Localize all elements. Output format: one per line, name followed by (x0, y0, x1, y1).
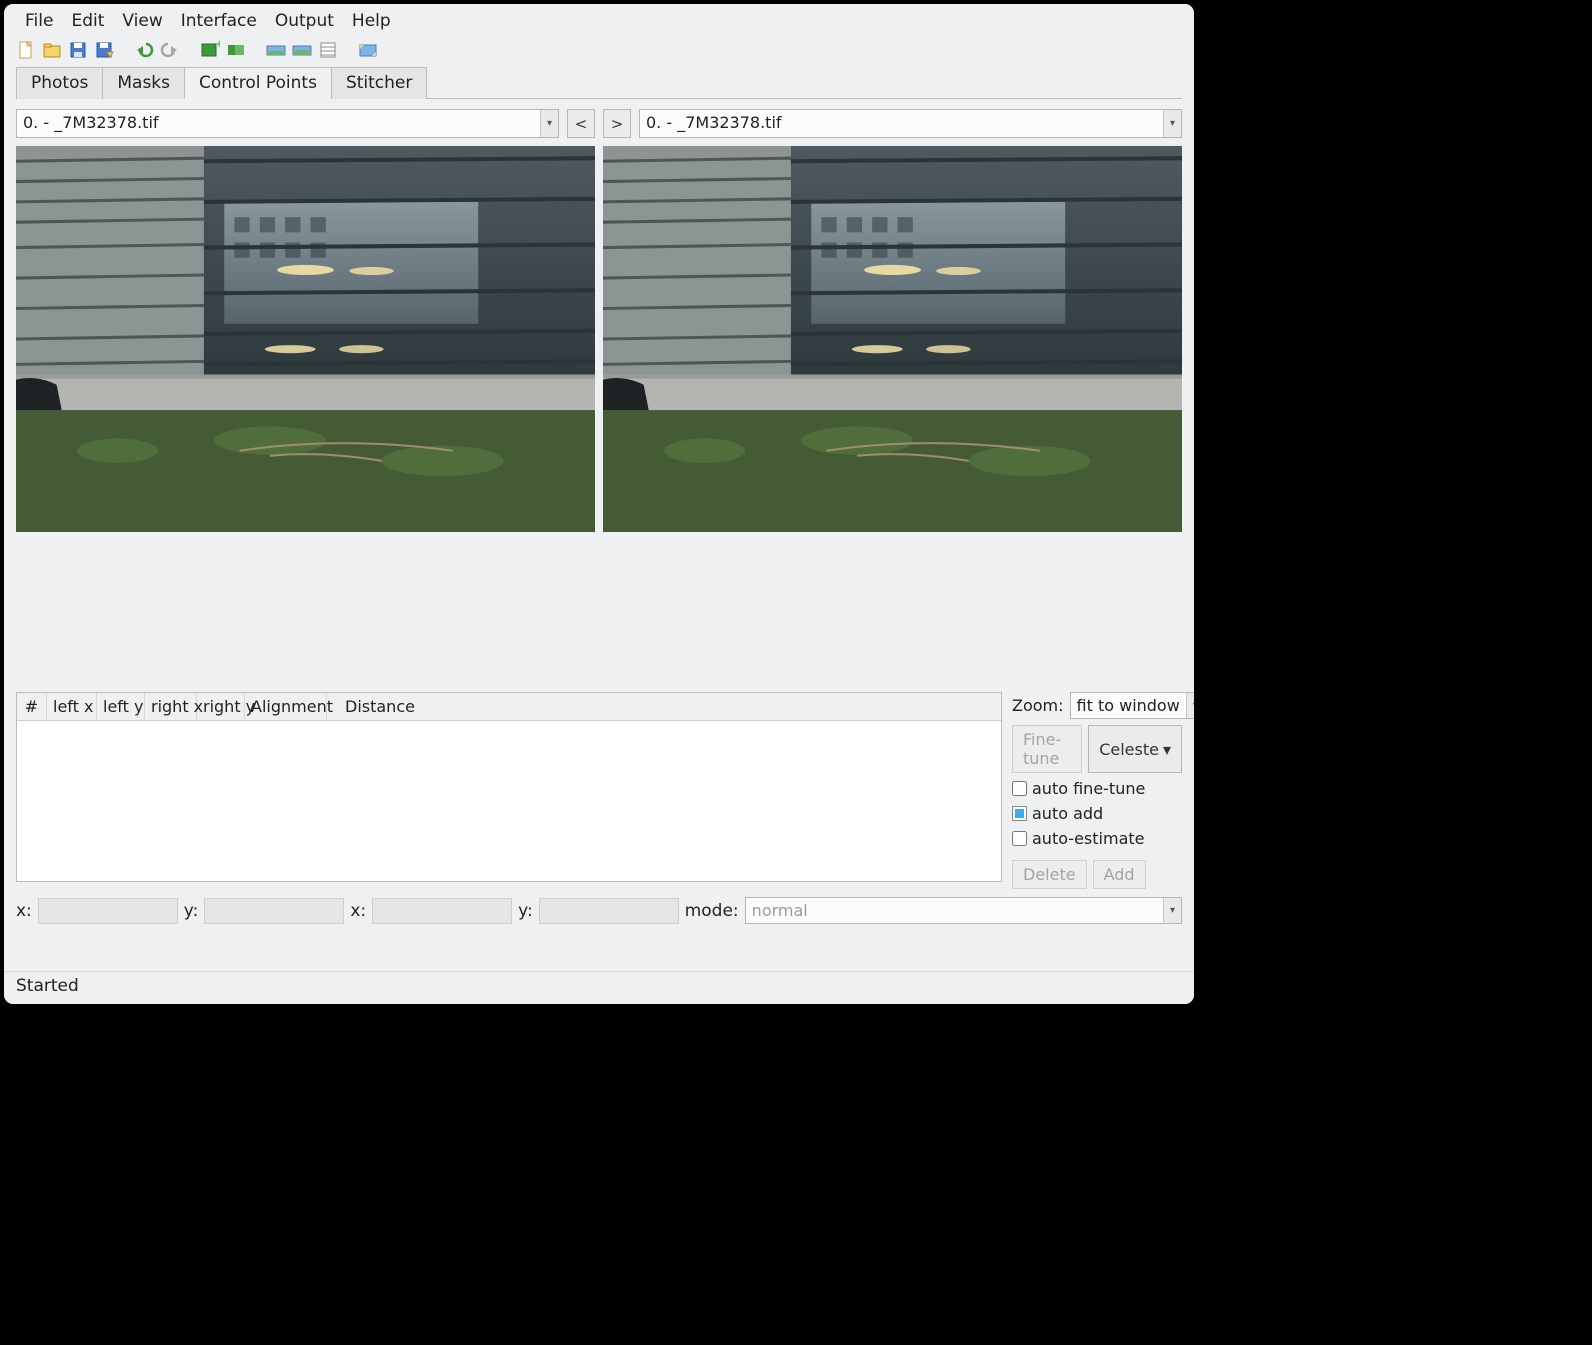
fine-tune-button[interactable]: Fine-tune (1012, 725, 1082, 773)
table-header: # left x left y right x right y Alignmen… (17, 693, 1001, 721)
coords-row: x: y: x: y: mode: normal ▾ (16, 889, 1182, 930)
open-project-icon[interactable] (42, 40, 62, 60)
col-num[interactable]: # (17, 693, 47, 720)
right-image-select[interactable]: 0. - _7M32378.tif ▾ (639, 109, 1182, 138)
zoom-select[interactable]: fit to window ▾ (1070, 692, 1195, 719)
add-images-icon[interactable]: + (200, 40, 220, 60)
image-select-row: 0. - _7M32378.tif ▾ < > 0. - _7M32378.ti… (16, 109, 1182, 138)
align-icon[interactable] (226, 40, 246, 60)
chevron-down-icon: ▾ (1163, 740, 1171, 759)
building-photo-right (603, 146, 1182, 532)
add-button[interactable]: Add (1093, 860, 1146, 889)
svg-text:+: + (215, 40, 220, 50)
app-window: File Edit View Interface Output Help + P… (3, 3, 1195, 1005)
full-screen-icon[interactable] (358, 40, 378, 60)
y2-field[interactable] (539, 898, 679, 924)
save-as-icon[interactable] (94, 40, 114, 60)
undo-icon[interactable] (134, 40, 154, 60)
right-image-pane[interactable] (603, 146, 1182, 532)
col-right-y[interactable]: right y (197, 693, 245, 720)
tab-masks[interactable]: Masks (102, 67, 185, 99)
col-distance[interactable]: Distance (327, 693, 1001, 720)
mode-value: normal (746, 898, 1163, 923)
right-image-value: 0. - _7M32378.tif (640, 110, 1163, 137)
gl-preview-icon[interactable] (292, 40, 312, 60)
image-panes (16, 146, 1182, 532)
col-alignment[interactable]: Alignment (245, 693, 327, 720)
menu-edit[interactable]: Edit (62, 9, 113, 33)
preview-pano-icon[interactable] (266, 40, 286, 60)
col-left-x[interactable]: left x (47, 693, 97, 720)
y2-label: y: (518, 901, 533, 921)
y1-field[interactable] (204, 898, 344, 924)
control-points-table[interactable]: # left x left y right x right y Alignmen… (16, 692, 1002, 882)
menu-output[interactable]: Output (266, 9, 343, 33)
zoom-value: fit to window (1071, 693, 1186, 718)
tabbar: Photos Masks Control Points Stitcher (16, 66, 1182, 99)
statusbar: Started (4, 971, 1194, 1004)
col-left-y[interactable]: left y (97, 693, 145, 720)
celeste-button[interactable]: Celeste▾ (1088, 725, 1182, 773)
spacer (16, 532, 1182, 692)
col-right-x[interactable]: right x (145, 693, 197, 720)
save-icon[interactable] (68, 40, 88, 60)
menu-help[interactable]: Help (343, 9, 400, 33)
menu-file[interactable]: File (16, 9, 62, 33)
chevron-down-icon[interactable]: ▾ (1186, 693, 1195, 718)
delete-button[interactable]: Delete (1012, 860, 1087, 889)
side-controls: Zoom: fit to window ▾ Fine-tune Celeste▾… (1012, 692, 1182, 889)
next-pair-button[interactable]: > (603, 109, 631, 138)
auto-estimate-label: auto-estimate (1032, 829, 1144, 848)
status-text: Started (16, 976, 79, 996)
tab-content: 0. - _7M32378.tif ▾ < > 0. - _7M32378.ti… (4, 99, 1194, 971)
bottom-panel: # left x left y right x right y Alignmen… (16, 692, 1182, 889)
left-image-pane[interactable] (16, 146, 595, 532)
chevron-down-icon[interactable]: ▾ (1163, 898, 1181, 923)
auto-fine-tune-label: auto fine-tune (1032, 779, 1145, 798)
new-project-icon[interactable] (16, 40, 36, 60)
chevron-down-icon[interactable]: ▾ (540, 110, 558, 137)
chevron-down-icon[interactable]: ▾ (1163, 110, 1181, 137)
menu-interface[interactable]: Interface (172, 9, 266, 33)
building-photo-left (16, 146, 595, 532)
left-image-select[interactable]: 0. - _7M32378.tif ▾ (16, 109, 559, 138)
toolbar: + (4, 37, 1194, 66)
x1-label: x: (16, 901, 32, 921)
tab-stitcher[interactable]: Stitcher (331, 67, 427, 99)
menu-view[interactable]: View (113, 9, 171, 33)
tab-control-points[interactable]: Control Points (184, 67, 332, 99)
auto-add-label: auto add (1032, 804, 1103, 823)
auto-add-checkbox[interactable] (1012, 806, 1027, 821)
y1-label: y: (184, 901, 199, 921)
mode-select[interactable]: normal ▾ (745, 897, 1182, 924)
x1-field[interactable] (38, 898, 178, 924)
prev-pair-button[interactable]: < (567, 109, 595, 138)
redo-icon[interactable] (160, 40, 180, 60)
tab-photos[interactable]: Photos (16, 67, 103, 99)
auto-estimate-checkbox[interactable] (1012, 831, 1027, 846)
x2-label: x: (350, 901, 366, 921)
mode-label: mode: (685, 901, 739, 921)
left-image-value: 0. - _7M32378.tif (17, 110, 540, 137)
zoom-label: Zoom: (1012, 696, 1064, 715)
show-cp-table-icon[interactable] (318, 40, 338, 60)
auto-fine-tune-checkbox[interactable] (1012, 781, 1027, 796)
menubar: File Edit View Interface Output Help (4, 4, 1194, 37)
x2-field[interactable] (372, 898, 512, 924)
